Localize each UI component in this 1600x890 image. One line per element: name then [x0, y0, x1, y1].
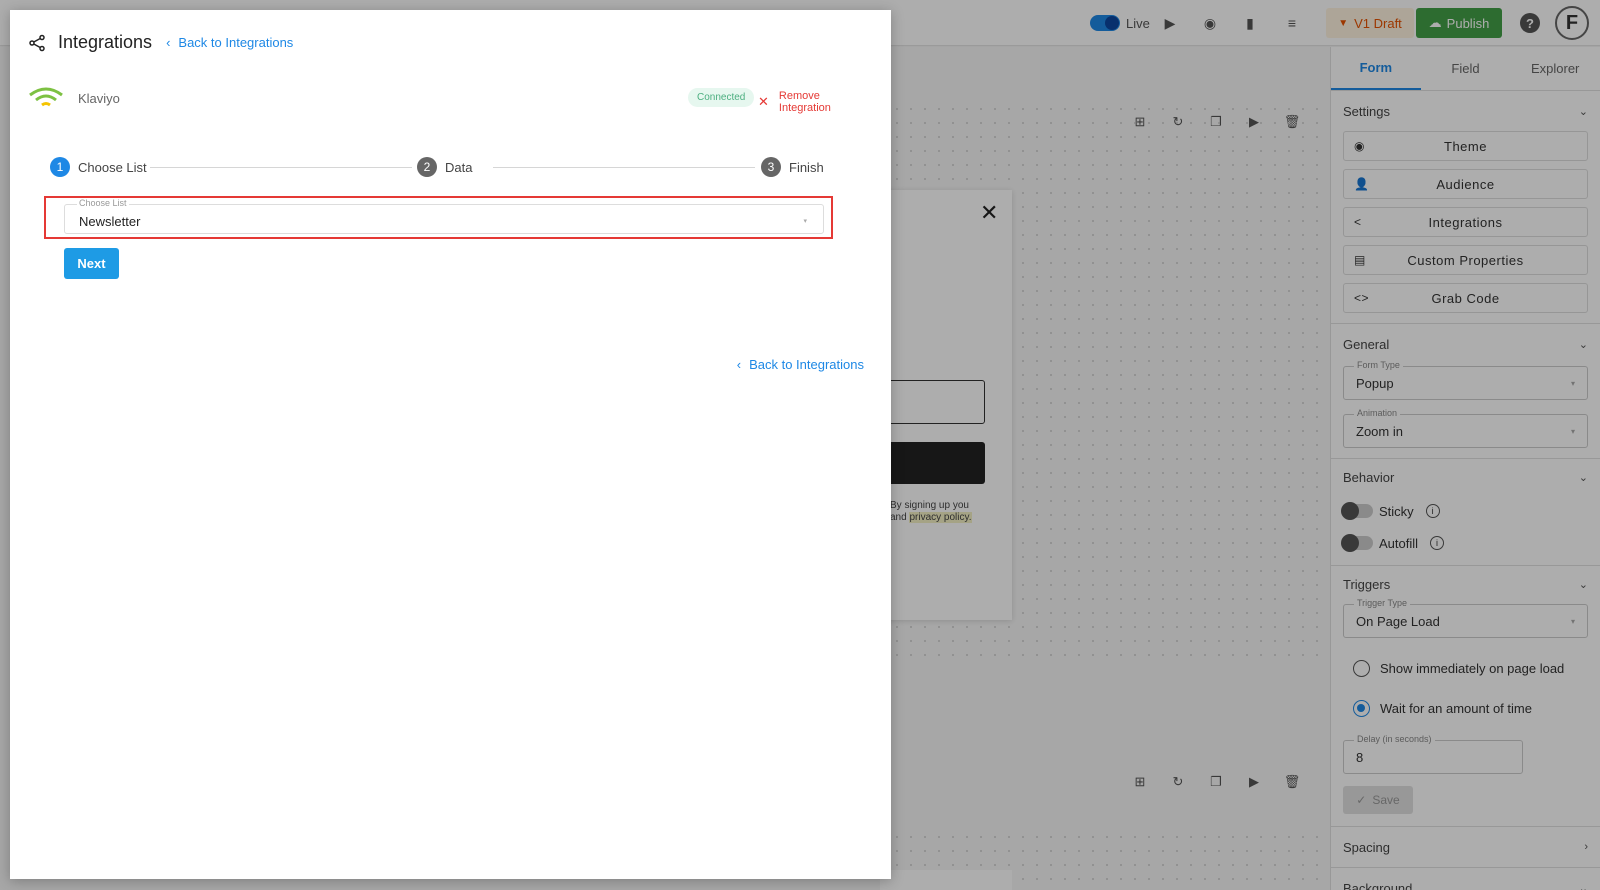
step-number: 2 — [417, 157, 437, 177]
next-button[interactable]: Next — [64, 248, 119, 279]
remove-integration-link[interactable]: ✕ Remove Integration — [758, 90, 873, 114]
step-data[interactable]: 2 Data — [417, 157, 472, 177]
integration-name: Klaviyo — [78, 90, 120, 106]
step-label: Choose List — [78, 159, 147, 175]
status-badge: Connected — [688, 88, 755, 107]
back-to-integrations-bottom-link[interactable]: ‹ Back to Integrations — [737, 357, 864, 372]
modal-title: Integrations — [58, 32, 153, 52]
step-label: Finish — [789, 159, 824, 175]
dropdown-arrow-icon: ▾ — [803, 218, 807, 225]
close-icon: ✕ — [758, 94, 769, 109]
chevron-left-icon: ‹ — [736, 357, 742, 372]
choose-list-value: Newsletter — [79, 214, 141, 229]
share-icon — [29, 34, 45, 51]
remove-label: Remove Integration — [778, 90, 831, 114]
chevron-left-icon: ‹ — [166, 35, 171, 50]
step-connector — [150, 167, 412, 168]
step-connector — [493, 167, 755, 168]
step-choose-list[interactable]: 1 Choose List — [50, 157, 147, 177]
choose-list-label: Choose List — [77, 198, 129, 208]
choose-list-select[interactable]: Choose List Newsletter ▾ — [64, 198, 824, 234]
integrations-modal: Integrations ‹ Back to Integrations Klav… — [10, 10, 891, 879]
klaviyo-logo-icon — [29, 87, 63, 107]
step-finish[interactable]: 3 Finish — [761, 157, 824, 177]
stepper: 1 Choose List 2 Data 3 Finish — [50, 157, 850, 181]
step-label: Data — [445, 159, 473, 175]
back-to-integrations-link[interactable]: ‹ Back to Integrations — [166, 35, 293, 50]
step-number: 3 — [761, 157, 781, 177]
choose-list-highlight: Choose List Newsletter ▾ — [44, 196, 833, 239]
back-label: Back to Integrations — [178, 35, 294, 50]
modal-header: Integrations ‹ Back to Integrations — [28, 32, 293, 53]
back-bottom-label: Back to Integrations — [749, 357, 864, 372]
step-number: 1 — [50, 157, 70, 177]
integration-row: Klaviyo Connected ✕ Remove Integration — [28, 80, 873, 116]
